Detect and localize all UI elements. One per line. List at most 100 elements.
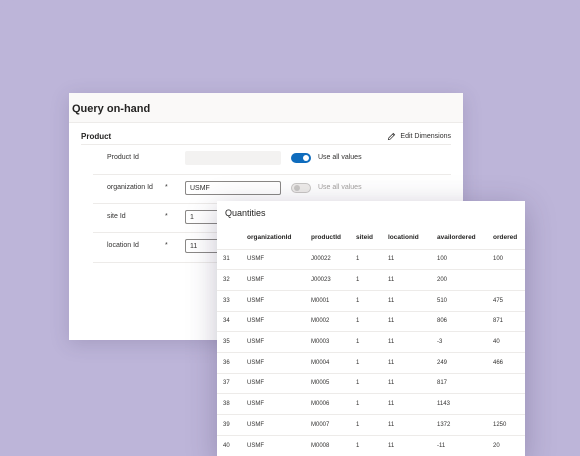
table-row[interactable]: 31 USMF J00022 1 11 100 100 (217, 248, 525, 270)
field-label: Product Id (107, 154, 139, 161)
table-cell: 1 (356, 351, 388, 374)
table-cell: 1250 (493, 414, 525, 436)
table-cell: 871 (493, 310, 525, 332)
table-cell: USMF (247, 289, 311, 312)
toggle-knob (294, 185, 300, 191)
table-cell: USMF (247, 414, 311, 436)
quantities-panel: Quantities organizationId productId site… (217, 201, 525, 456)
table-cell: 1 (356, 331, 388, 353)
table-cell: USMF (247, 310, 311, 332)
table-cell: USMF (247, 372, 311, 394)
row-number: 33 (217, 289, 247, 312)
table-cell: 249 (437, 351, 493, 374)
table-cell: 1 (356, 269, 388, 291)
table-row[interactable]: 36 USMF M0004 1 11 249 466 (217, 351, 525, 374)
table-cell: 11 (388, 372, 437, 394)
table-cell: USMF (247, 269, 311, 291)
table-cell: -3 (437, 331, 493, 353)
use-all-values-toggle[interactable] (291, 183, 311, 193)
table-cell: 1372 (437, 414, 493, 436)
required-marker: * (165, 242, 168, 249)
table-row[interactable]: 39 USMF M0007 1 11 1372 1250 (217, 414, 525, 436)
table-cell: 11 (388, 269, 437, 291)
table-cell: 1 (356, 248, 388, 270)
table-cell: 806 (437, 310, 493, 332)
row-number: 34 (217, 310, 247, 332)
table-row[interactable]: 37 USMF M0005 1 11 817 (217, 372, 525, 394)
table-cell: 11 (388, 248, 437, 270)
section-header: Product Edit Dimensions (81, 129, 451, 145)
table-cell: M0003 (311, 331, 356, 353)
table-cell: 466 (493, 351, 525, 374)
divider (93, 174, 451, 175)
column-header[interactable]: availordered (437, 227, 493, 249)
table-cell: 510 (437, 289, 493, 312)
table-cell: 1 (356, 310, 388, 332)
column-header[interactable]: locationid (388, 227, 437, 249)
organization-id-row: organization Id * USMF Use all values (81, 181, 451, 203)
table-cell: USMF (247, 331, 311, 353)
use-all-values-toggle[interactable] (291, 153, 311, 163)
field-label: organization Id (107, 184, 153, 191)
table-row[interactable]: 34 USMF M0002 1 11 806 871 (217, 310, 525, 332)
product-id-input[interactable] (185, 151, 281, 165)
table-cell: 11 (388, 434, 437, 456)
toggle-label: Use all values (318, 184, 362, 191)
table-cell: 11 (388, 414, 437, 436)
table-cell: -11 (437, 434, 493, 456)
row-number: 36 (217, 351, 247, 374)
table-cell: 11 (388, 331, 437, 353)
table-row[interactable]: 35 USMF M0003 1 11 -3 40 (217, 331, 525, 353)
field-label: location Id (107, 242, 139, 249)
row-number: 35 (217, 331, 247, 353)
table-row[interactable]: 38 USMF M0006 1 11 1143 (217, 393, 525, 415)
quantities-table: organizationId productId siteid location… (217, 227, 525, 456)
column-header[interactable]: organizationId (247, 227, 311, 249)
row-number: 40 (217, 434, 247, 456)
section-title: Product (81, 132, 112, 141)
table-cell: 11 (388, 351, 437, 374)
table-cell: 100 (493, 248, 525, 270)
column-header[interactable]: ordered (493, 227, 525, 249)
table-cell: 1 (356, 372, 388, 394)
table-cell: 11 (388, 289, 437, 312)
table-row[interactable]: 32 USMF J00023 1 11 200 (217, 269, 525, 291)
row-number: 37 (217, 372, 247, 394)
table-cell: J00023 (311, 269, 356, 291)
required-marker: * (165, 184, 168, 191)
table-row[interactable]: 40 USMF M0008 1 11 -11 20 (217, 434, 525, 456)
organization-id-input[interactable]: USMF (185, 181, 281, 195)
table-cell (493, 372, 525, 394)
required-marker: * (165, 213, 168, 220)
table-cell: M0005 (311, 372, 356, 394)
quantities-title: Quantities (225, 208, 266, 218)
row-number: 32 (217, 269, 247, 291)
field-label: site Id (107, 213, 126, 220)
table-cell: 11 (388, 393, 437, 415)
pencil-icon (388, 132, 396, 141)
table-cell: 200 (437, 269, 493, 291)
table-cell: 11 (388, 310, 437, 332)
table-cell: 1 (356, 289, 388, 312)
table-cell (493, 393, 525, 415)
table-row[interactable]: 33 USMF M0001 1 11 510 475 (217, 289, 525, 312)
column-header[interactable]: siteid (356, 227, 388, 249)
table-cell: J00022 (311, 248, 356, 270)
table-cell: M0002 (311, 310, 356, 332)
table-cell: USMF (247, 351, 311, 374)
table-cell: M0004 (311, 351, 356, 374)
table-cell: M0001 (311, 289, 356, 312)
table-cell: 1 (356, 393, 388, 415)
table-cell: 1143 (437, 393, 493, 415)
column-header[interactable]: productId (311, 227, 356, 249)
edit-dimensions-button[interactable]: Edit Dimensions (387, 132, 451, 141)
table-cell: 40 (493, 331, 525, 353)
row-number: 31 (217, 248, 247, 270)
page-title: Query on-hand (72, 103, 151, 115)
row-number: 39 (217, 414, 247, 436)
table-cell: 475 (493, 289, 525, 312)
table-cell: 20 (493, 434, 525, 456)
table-cell: 100 (437, 248, 493, 270)
table-cell: M0008 (311, 434, 356, 456)
table-cell: USMF (247, 434, 311, 456)
